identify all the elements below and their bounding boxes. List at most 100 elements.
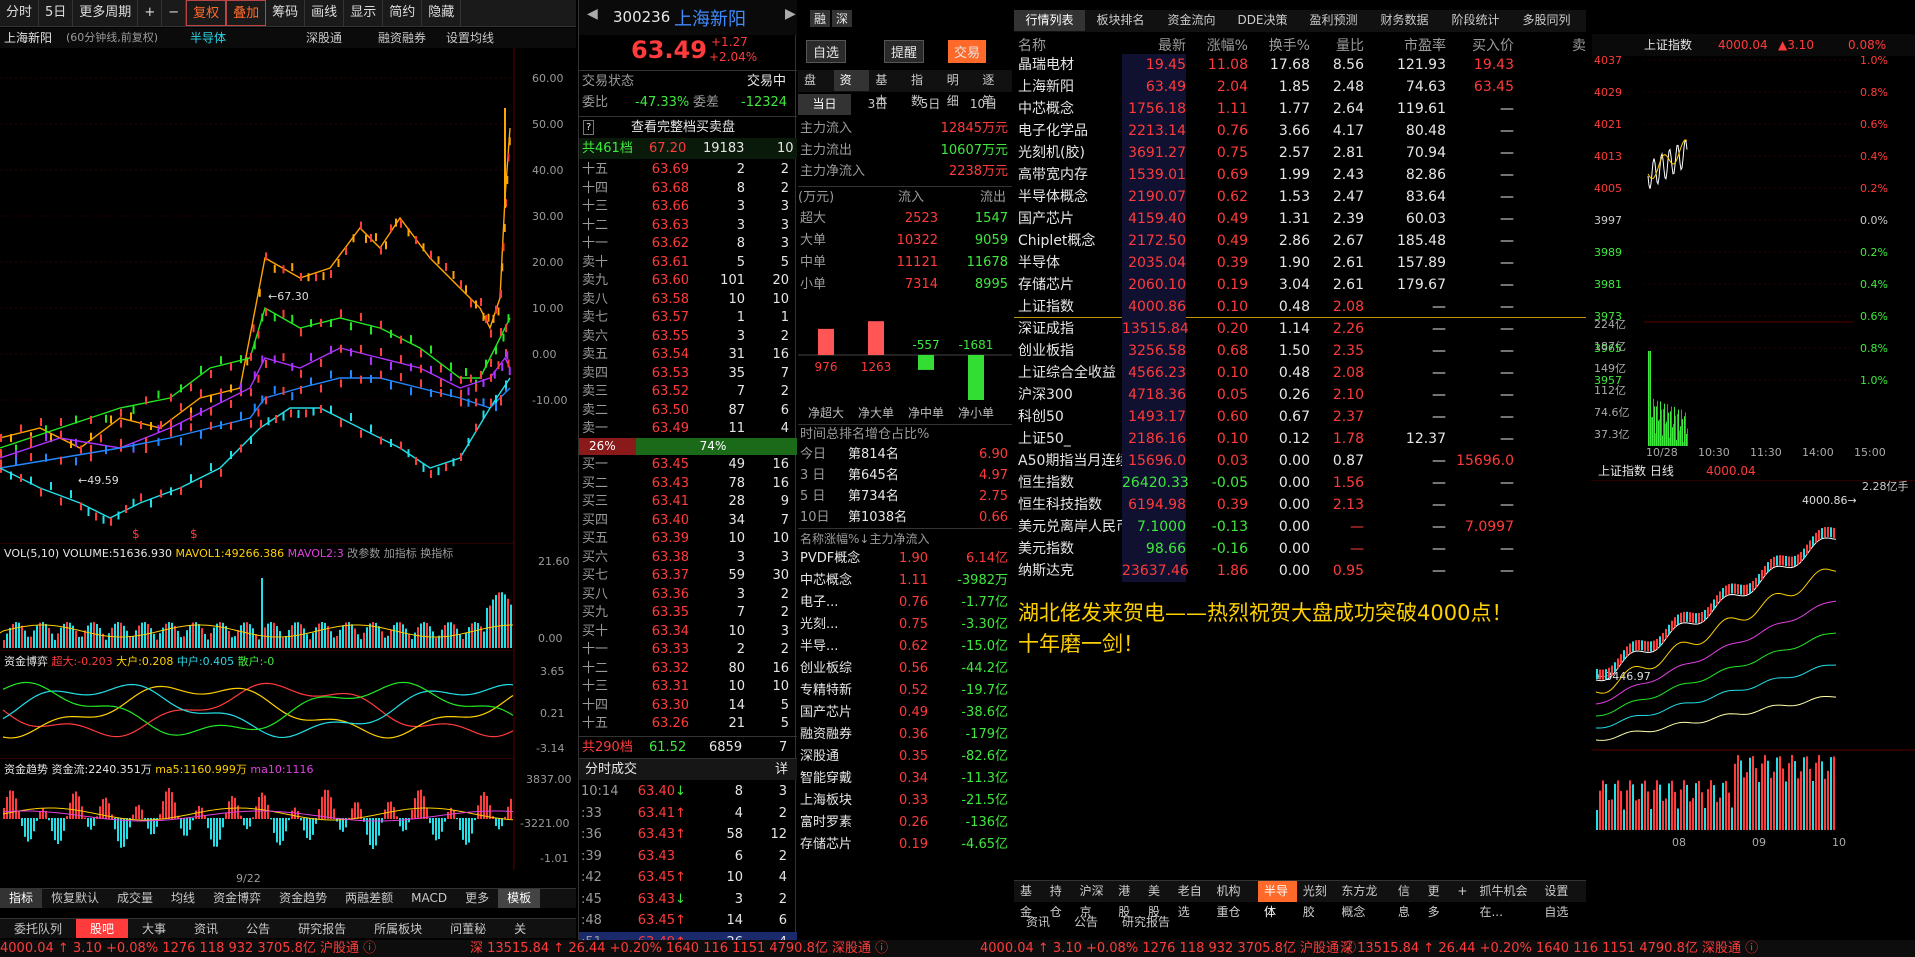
watchlist-tab-9[interactable]: 东方龙概念 — [1335, 881, 1391, 919]
quote-row[interactable]: 沪深300 4718.36 0.05 0.26 2.10 — — — [1014, 384, 1586, 406]
trade-button[interactable]: 交易 — [948, 40, 987, 63]
sector-row[interactable]: 光刻... 0.75 -3.30亿 — [798, 614, 1012, 636]
bid-row[interactable]: 买三 63.41 28 9 — [579, 493, 797, 512]
watchlist-tab-7[interactable]: 半导体 — [1258, 881, 1297, 919]
stock-info-tab-4[interactable]: 公告 — [232, 919, 284, 938]
col-head-5[interactable]: 市盈率 — [1366, 35, 1446, 55]
toolbar-btn-10[interactable]: 简约 — [383, 0, 423, 26]
stock-info-tab-7[interactable]: 问董秘 — [436, 919, 500, 938]
quote-row[interactable]: 科创50 1493.17 0.60 0.67 2.37 — — — [1014, 406, 1586, 428]
indicator-tab-2[interactable]: 成交量 — [108, 889, 162, 908]
bid-row[interactable]: 买十 63.34 10 3 — [579, 623, 797, 642]
sector-row[interactable]: 半导... 0.62 -15.0亿 — [798, 636, 1012, 658]
ask-row[interactable]: 卖四 63.53 35 7 — [579, 365, 797, 384]
indicator-tab-7[interactable]: MACD — [402, 889, 456, 908]
watchlist-tab-14[interactable]: 设置自选 — [1538, 881, 1586, 919]
bid-row[interactable]: 十二 63.32 80 16 — [579, 660, 797, 679]
col-head-0[interactable]: 名称 — [1018, 35, 1046, 55]
help-icon[interactable]: ? — [583, 120, 595, 135]
quote-tab-7[interactable]: 多股同列 — [1511, 10, 1582, 31]
stock-info-tab-6[interactable]: 所属板块 — [360, 919, 436, 938]
stock-info-tab-0[interactable]: 委托队列 — [0, 919, 76, 938]
quote-tab-2[interactable]: 资金流向 — [1156, 10, 1227, 31]
toolbar-btn-3[interactable]: + — [138, 0, 163, 26]
ask-row[interactable]: 卖八 63.58 10 10 — [579, 291, 797, 310]
quote-tab-3[interactable]: DDE决策 — [1227, 10, 1298, 31]
ask-row[interactable]: 十四 63.68 8 2 — [579, 180, 797, 199]
sector-row[interactable]: 存储芯片 0.19 -4.65亿 — [798, 834, 1012, 856]
next-stock-icon[interactable]: ▶ — [785, 6, 796, 22]
ask-row[interactable]: 十二 63.63 3 3 — [579, 217, 797, 236]
bid-row[interactable]: 买七 63.37 59 30 — [579, 567, 797, 586]
col-head-7[interactable]: 卖 — [1564, 35, 1586, 55]
quote-row[interactable]: 存储芯片 2060.10 0.19 3.04 2.61 179.67 — — [1014, 274, 1586, 296]
indicator-tab-9[interactable]: 模板 — [498, 889, 541, 908]
quote-tab-5[interactable]: 财务数据 — [1369, 10, 1440, 31]
news-tab-1[interactable]: 公告 — [1062, 912, 1110, 932]
quote-row[interactable]: 恒生指数 26420.33 -0.05 0.00 1.56 — — — [1014, 472, 1586, 494]
favorite-button[interactable]: 自选 — [806, 40, 847, 63]
period-tab-1[interactable]: 3日 — [851, 94, 904, 115]
bid-row[interactable]: 买五 63.39 10 10 — [579, 530, 797, 549]
quote-row[interactable]: 高带宽内存 1539.01 0.69 1.99 2.43 82.86 — — [1014, 164, 1586, 186]
capital-tab-5[interactable]: 逐笔 — [976, 70, 1012, 108]
capital-tab-4[interactable]: 明细 — [941, 70, 977, 108]
news-tab-0[interactable]: 资讯 — [1014, 912, 1062, 932]
watchlist-tab-13[interactable]: 抓牛机会在... — [1473, 881, 1538, 919]
quote-row[interactable]: 半导体 2035.04 0.39 1.90 2.61 157.89 — — [1014, 252, 1586, 274]
watchlist-tab-1[interactable]: 持仓 — [1044, 881, 1074, 919]
period-tab-3[interactable]: 10日 — [957, 94, 1010, 115]
ask-row[interactable]: 卖一 63.49 11 4 — [579, 420, 797, 439]
prev-stock-icon[interactable]: ◀ — [587, 6, 598, 22]
sector-row[interactable]: PVDF概念 1.90 6.14亿 — [798, 548, 1012, 570]
stock-info-tab-8[interactable]: 关 — [500, 919, 540, 938]
sector-row[interactable]: 创业板综 0.56 -44.2亿 — [798, 658, 1012, 680]
quote-row[interactable]: A50期指当月连续 15696.0 0.03 0.00 0.87—15696.0 — [1014, 450, 1586, 472]
quote-row[interactable]: 电子化学品 2213.14 0.76 3.66 4.17 80.48 — — [1014, 120, 1586, 142]
bid-row[interactable]: 十三 63.31 10 10 — [579, 678, 797, 697]
quote-row[interactable]: 晶瑞电材 19.45 11.08 17.68 8.56 121.93 19.43 — [1014, 54, 1586, 76]
sector-row[interactable]: 国产芯片 0.49 -38.6亿 — [798, 702, 1012, 724]
watchlist-tab-0[interactable]: 基金 — [1014, 881, 1044, 919]
ask-row[interactable]: 卖九 63.60 101 20 — [579, 272, 797, 291]
toolbar-btn-11[interactable]: 隐藏 — [422, 0, 462, 26]
sector-tag[interactable]: 半导体 — [190, 28, 226, 48]
bid-row[interactable]: 十一 63.33 2 2 — [579, 641, 797, 660]
sector-row[interactable]: 电子... 0.76 -1.77亿 — [798, 592, 1012, 614]
quote-row[interactable]: 光刻机(胶) 3691.27 0.75 2.57 2.81 70.94 — — [1014, 142, 1586, 164]
sector-row[interactable]: 智能穿戴 0.34 -11.3亿 — [798, 768, 1012, 790]
quote-row[interactable]: 恒生科技指数 6194.98 0.39 0.00 2.13 — — — [1014, 494, 1586, 516]
quote-tab-4[interactable]: 盈利预测 — [1298, 10, 1369, 31]
col-head-2[interactable]: 涨幅% — [1192, 35, 1248, 55]
news-tab-2[interactable]: 研究报告 — [1110, 912, 1182, 932]
capital-tab-0[interactable]: 盘口 — [798, 70, 834, 108]
bid-row[interactable]: 买九 63.35 7 2 — [579, 604, 797, 623]
period-tab-0[interactable]: 当日 — [798, 94, 851, 115]
watchlist-tab-5[interactable]: 老自选 — [1172, 881, 1211, 919]
indicator-tab-1[interactable]: 恢复默认 — [42, 889, 108, 908]
stock-info-tab-1[interactable]: 股吧 — [76, 919, 129, 938]
col-head-4[interactable]: 量比 — [1314, 35, 1364, 55]
watchlist-tab-3[interactable]: 港股 — [1112, 881, 1142, 919]
ask-row[interactable]: 卖三 63.52 7 2 — [579, 383, 797, 402]
quote-row[interactable]: 半导体概念 2190.07 0.62 1.53 2.47 83.64 — — [1014, 186, 1586, 208]
quote-row[interactable]: 上证指数 4000.86 0.10 0.48 2.08 — — — [1014, 296, 1586, 318]
watchlist-tab-2[interactable]: 沪深京 — [1074, 881, 1113, 919]
ask-row[interactable]: 卖六 63.55 3 2 — [579, 328, 797, 347]
col-head-1[interactable]: 最新 — [1122, 35, 1186, 55]
indicator-tab-4[interactable]: 资金博弈 — [204, 889, 270, 908]
stock-info-tab-3[interactable]: 资讯 — [180, 919, 232, 938]
quote-row[interactable]: 上证综合全收益 4566.23 0.10 0.48 2.08 — — — [1014, 362, 1586, 384]
bid-row[interactable]: 买二 63.43 78 16 — [579, 475, 797, 494]
link-rzrq[interactable]: 融资融券 — [378, 28, 426, 48]
bid-row[interactable]: 买六 63.38 3 3 — [579, 549, 797, 568]
bid-row[interactable]: 买八 63.36 3 2 — [579, 586, 797, 605]
toolbar-btn-8[interactable]: 画线 — [305, 0, 345, 26]
full-book-link[interactable]: 查看完整档买卖盘 — [631, 117, 735, 138]
sector-row[interactable]: 富时罗素 0.26 -136亿 — [798, 812, 1012, 834]
ask-row[interactable]: 卖二 63.50 87 6 — [579, 402, 797, 421]
quote-row[interactable]: Chiplet概念 2172.50 0.49 2.86 2.67 185.48 — — [1014, 230, 1586, 252]
bid-row[interactable]: 十五 63.26 21 5 — [579, 715, 797, 734]
watchlist-tab-6[interactable]: 机构重仓 — [1210, 881, 1258, 919]
ask-row[interactable]: 十五 63.69 2 2 — [579, 161, 797, 180]
